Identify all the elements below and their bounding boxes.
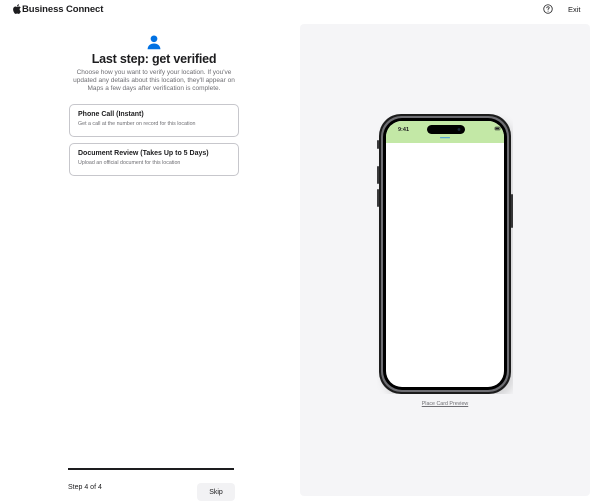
step-indicator: Step 4 of 4 — [68, 484, 102, 491]
question-circle-icon[interactable] — [543, 4, 553, 14]
phone-preview: 9:41 — [377, 114, 513, 394]
page-title: Last step: get verified — [91, 52, 217, 66]
brand-name: Business Connect — [22, 4, 104, 15]
step-progress-bar — [68, 468, 234, 470]
page-description: Choose how you want to verify your locat… — [73, 69, 235, 93]
option-subtitle: Get a call at the number on record for t… — [78, 121, 196, 127]
top-bar: Business Connect Exit — [0, 0, 600, 22]
place-card-preview-link[interactable]: Place Card Preview — [300, 401, 590, 407]
preview-panel: 9:41 Place Card Preview — [300, 24, 590, 496]
option-title: Phone Call (Instant) — [78, 111, 144, 118]
verification-panel: Last step: get verified Choose how you w… — [0, 22, 300, 501]
apple-logo-icon — [13, 4, 21, 14]
option-document-review[interactable]: Document Review (Takes Up to 5 Days) Upl… — [69, 143, 239, 176]
option-phone-call[interactable]: Phone Call (Instant) Get a call at the n… — [69, 104, 239, 137]
exit-button[interactable]: Exit — [568, 5, 581, 14]
status-time: 9:41 — [398, 127, 409, 133]
option-title: Document Review (Takes Up to 5 Days) — [78, 150, 209, 157]
option-subtitle: Upload an official document for this loc… — [78, 160, 181, 166]
skip-button[interactable]: Skip — [197, 483, 235, 501]
person-icon — [147, 35, 161, 50]
brand-logo[interactable]: Business Connect — [13, 4, 103, 15]
